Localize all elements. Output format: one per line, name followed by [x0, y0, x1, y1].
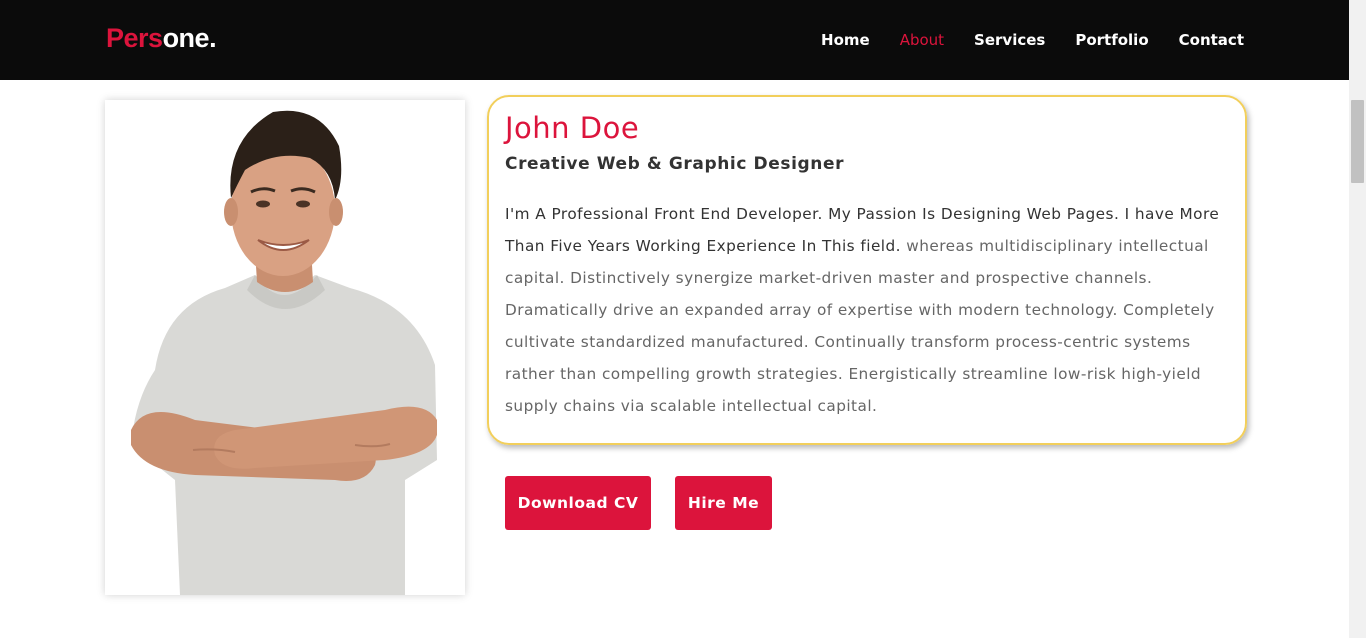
hire-me-button[interactable]: Hire Me: [675, 476, 772, 530]
page-scrollbar[interactable]: [1349, 0, 1366, 638]
profile-photo: [105, 100, 465, 595]
about-info-card: John Doe Creative Web & Graphic Designer…: [487, 95, 1247, 445]
site-logo[interactable]: Persone.: [106, 22, 217, 54]
nav-services-link[interactable]: Services: [974, 30, 1045, 50]
logo-part-main: one.: [162, 23, 217, 53]
profile-bio-rest: whereas multidisciplinary intellectual c…: [505, 237, 1215, 415]
nav-home-link[interactable]: Home: [821, 30, 870, 50]
download-cv-button[interactable]: Download CV: [505, 476, 651, 530]
profile-bio: I'm A Professional Front End Developer. …: [505, 198, 1220, 422]
portrait-illustration: [105, 100, 465, 595]
scrollbar-thumb[interactable]: [1351, 100, 1364, 183]
top-navbar: Persone. Home About Services Portfolio C…: [0, 0, 1349, 80]
nav-portfolio-link[interactable]: Portfolio: [1075, 30, 1148, 50]
nav-about-link[interactable]: About: [900, 30, 944, 50]
profile-role: Creative Web & Graphic Designer: [505, 154, 845, 174]
nav-contact-link[interactable]: Contact: [1179, 30, 1244, 50]
profile-name: John Doe: [505, 111, 640, 145]
logo-part-accent: Pers: [106, 23, 163, 53]
main-nav: Home About Services Portfolio Contact: [821, 30, 1244, 50]
